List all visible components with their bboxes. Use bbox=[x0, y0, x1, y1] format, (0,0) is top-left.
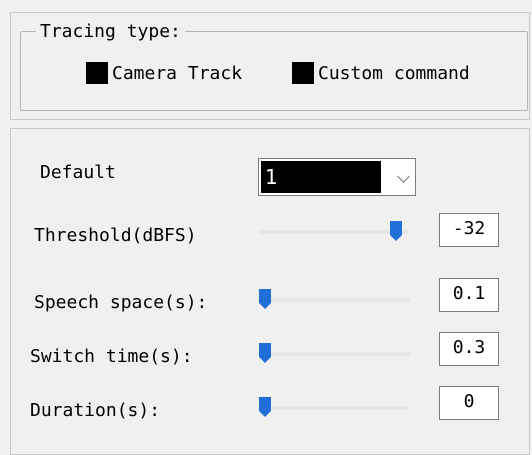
camera-track-check-box[interactable] bbox=[86, 62, 108, 84]
switch-time-slider[interactable] bbox=[258, 342, 410, 366]
speech-space-value[interactable]: 0.1 bbox=[439, 278, 499, 312]
custom-command-check-box[interactable] bbox=[292, 62, 314, 84]
default-label: Default bbox=[40, 162, 116, 183]
custom-command-checkbox[interactable]: Custom command bbox=[292, 62, 470, 84]
speech-space-slider-thumb[interactable] bbox=[258, 288, 272, 310]
duration-slider[interactable] bbox=[258, 396, 410, 420]
duration-slider-thumb[interactable] bbox=[258, 396, 272, 418]
duration-label: Duration(s): bbox=[30, 400, 161, 421]
threshold-slider-thumb[interactable] bbox=[389, 220, 403, 242]
switch-time-slider-track bbox=[258, 352, 410, 356]
chevron-down-icon[interactable] bbox=[397, 170, 410, 183]
speech-space-slider-track bbox=[258, 298, 410, 302]
camera-track-checkbox[interactable]: Camera Track bbox=[86, 62, 242, 84]
threshold-value[interactable]: -32 bbox=[439, 213, 499, 247]
speech-space-label: Speech space(s): bbox=[34, 292, 208, 313]
switch-time-slider-thumb[interactable] bbox=[258, 342, 272, 364]
threshold-slider[interactable] bbox=[258, 220, 410, 244]
tracing-type-legend: Tracing type: bbox=[36, 22, 185, 42]
default-select-value: 1 bbox=[261, 161, 381, 193]
duration-slider-track bbox=[258, 406, 410, 410]
duration-value[interactable]: 0 bbox=[439, 386, 499, 420]
switch-time-value[interactable]: 0.3 bbox=[439, 332, 499, 366]
speech-space-slider[interactable] bbox=[258, 288, 410, 312]
threshold-label: Threshold(dBFS) bbox=[34, 225, 197, 246]
default-select[interactable]: 1 bbox=[258, 158, 416, 196]
custom-command-label: Custom command bbox=[318, 62, 470, 84]
switch-time-label: Switch time(s): bbox=[30, 346, 193, 367]
camera-track-label: Camera Track bbox=[112, 62, 243, 84]
threshold-slider-track bbox=[258, 230, 410, 234]
